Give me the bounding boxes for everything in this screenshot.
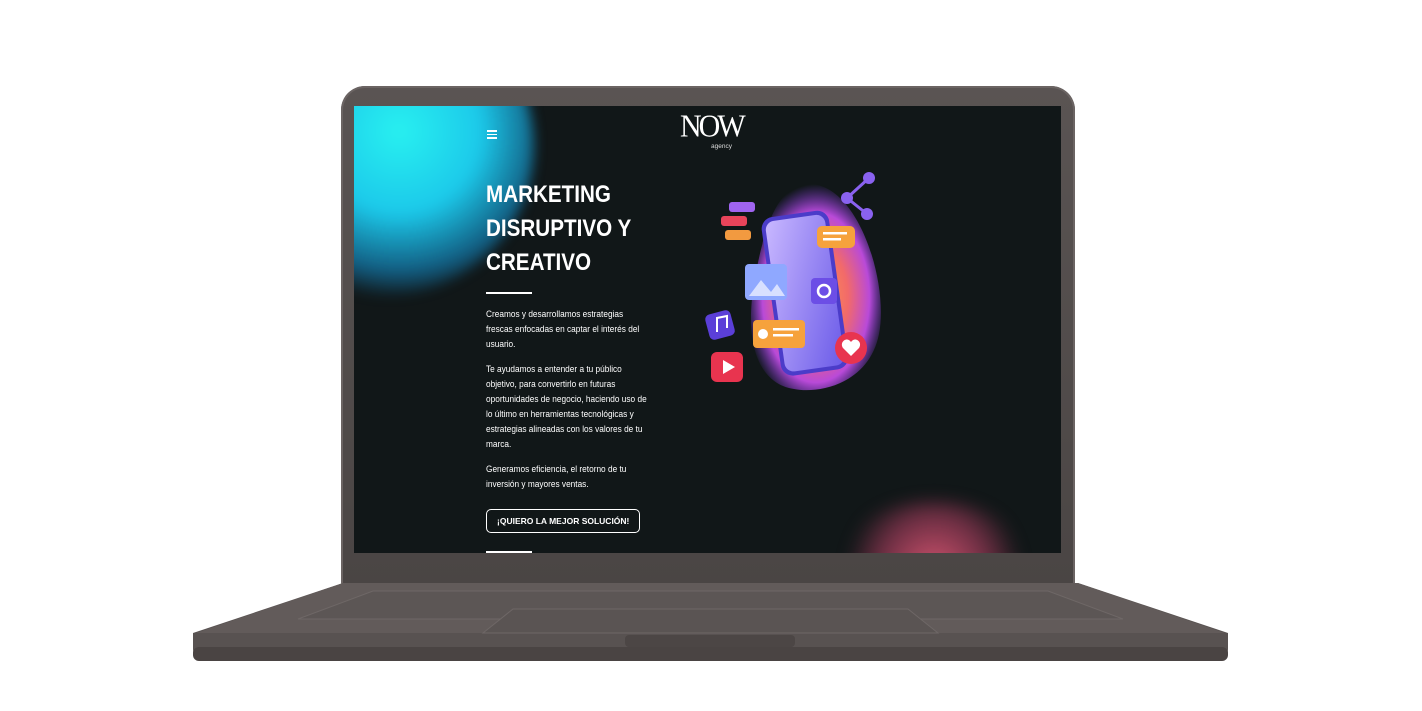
hero-section: MARKETING DISRUPTIVO Y CREATIVO Creamos …	[486, 178, 686, 533]
logo-text: NOW	[680, 109, 746, 144]
site-logo[interactable]: NOW agency	[680, 109, 746, 156]
hero-title-line: MARKETING	[486, 181, 611, 208]
hero-title: MARKETING DISRUPTIVO Y CREATIVO	[486, 178, 675, 280]
social-media-phone-illustration	[705, 172, 881, 391]
section-divider	[486, 551, 532, 553]
cta-button[interactable]: ¡QUIERO LA MEJOR SOLUCIÓN!	[486, 508, 641, 533]
pink-gradient-blob	[834, 501, 1034, 553]
hero-paragraph: Creamos y desarrollamos estrategias fres…	[486, 308, 640, 349]
hero-paragraph: Generamos eficiencia, el retorno de tu i…	[486, 463, 627, 489]
hero-paragraph: Te ayudamos a entender a tu público obje…	[486, 363, 647, 449]
title-divider	[486, 292, 532, 294]
laptop-base	[193, 583, 1228, 661]
laptop-screen: NOW agency MARKETING DISRUPTIVO Y CREATI…	[354, 106, 1061, 553]
hero-title-line: DISRUPTIVO Y	[486, 215, 632, 242]
hero-title-line: CREATIVO	[486, 249, 592, 276]
hamburger-menu-icon[interactable]	[487, 130, 497, 139]
logo-subtext: agency	[711, 143, 732, 150]
